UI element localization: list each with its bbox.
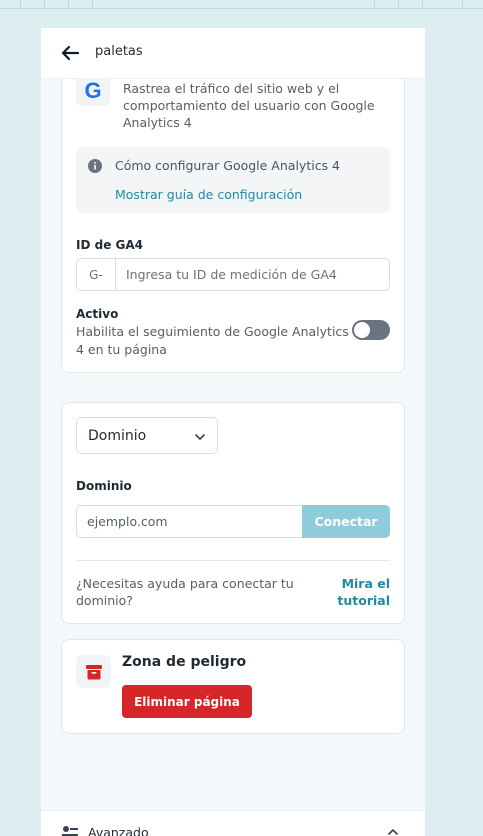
active-description: Habilita el seguimiento de Google Analyt… [76,324,349,357]
danger-zone-card: Zona de peligro Eliminar página [61,639,405,734]
watch-tutorial-link[interactable]: Mira el tutorial [318,575,390,609]
chevron-up-icon [388,829,398,835]
ga4-prefix: G- [77,259,116,290]
strip-divider [374,0,375,8]
google-analytics-card: G Rastrea el tráfico del sitio web y el … [61,68,405,373]
delete-page-button[interactable]: Eliminar página [122,685,252,718]
arrow-left-icon[interactable] [59,42,81,64]
strip-divider [92,0,93,8]
ga4-id-label: ID de GA4 [76,238,143,252]
strip-divider [68,0,69,8]
google-logo-icon: G [76,76,110,106]
archive-icon-box [76,655,111,688]
settings-sliders-icon [62,826,78,836]
domain-type-select[interactable]: Dominio [76,417,218,454]
danger-zone-title: Zona de peligro [122,654,247,670]
advanced-label: Avanzado [88,825,149,836]
strip-divider [20,0,21,8]
ga4-id-input[interactable] [116,259,386,290]
show-setup-guide-link[interactable]: Mostrar guía de configuración [115,187,302,202]
archive-icon [86,665,102,680]
strip-divider [398,0,399,8]
toggle-knob [354,322,370,338]
page-title: paletas [95,44,143,59]
divider [76,560,390,561]
info-icon [88,159,102,173]
ga-description: Rastrea el tráfico del sitio web y el co… [123,81,375,130]
active-label: Activo [76,307,119,321]
domain-input[interactable] [76,505,303,538]
chevron-down-icon [195,434,205,440]
strip-divider [44,0,45,8]
domain-label: Dominio [76,479,132,493]
panel-header: paletas [41,28,425,79]
top-border-strip [0,0,483,9]
setup-info-box: Cómo configurar Google Analytics 4 Mostr… [76,147,390,213]
ga-tracking-toggle[interactable] [352,320,390,340]
strip-divider [462,0,463,8]
setup-info-text: Cómo configurar Google Analytics 4 [115,158,340,173]
domain-help-text: ¿Necesitas ayuda para conectar tu domini… [76,576,294,608]
settings-panel: paletas G Rastrea el tráfico del sitio w… [41,28,425,836]
advanced-section-bar[interactable]: Avanzado [41,810,425,836]
domain-card: Dominio Dominio Conectar ¿Necesitas ayud… [61,402,405,624]
ga4-id-field: G- [76,258,390,291]
connect-button[interactable]: Conectar [302,505,390,538]
strip-divider [422,0,423,8]
domain-type-value: Dominio [88,428,147,444]
